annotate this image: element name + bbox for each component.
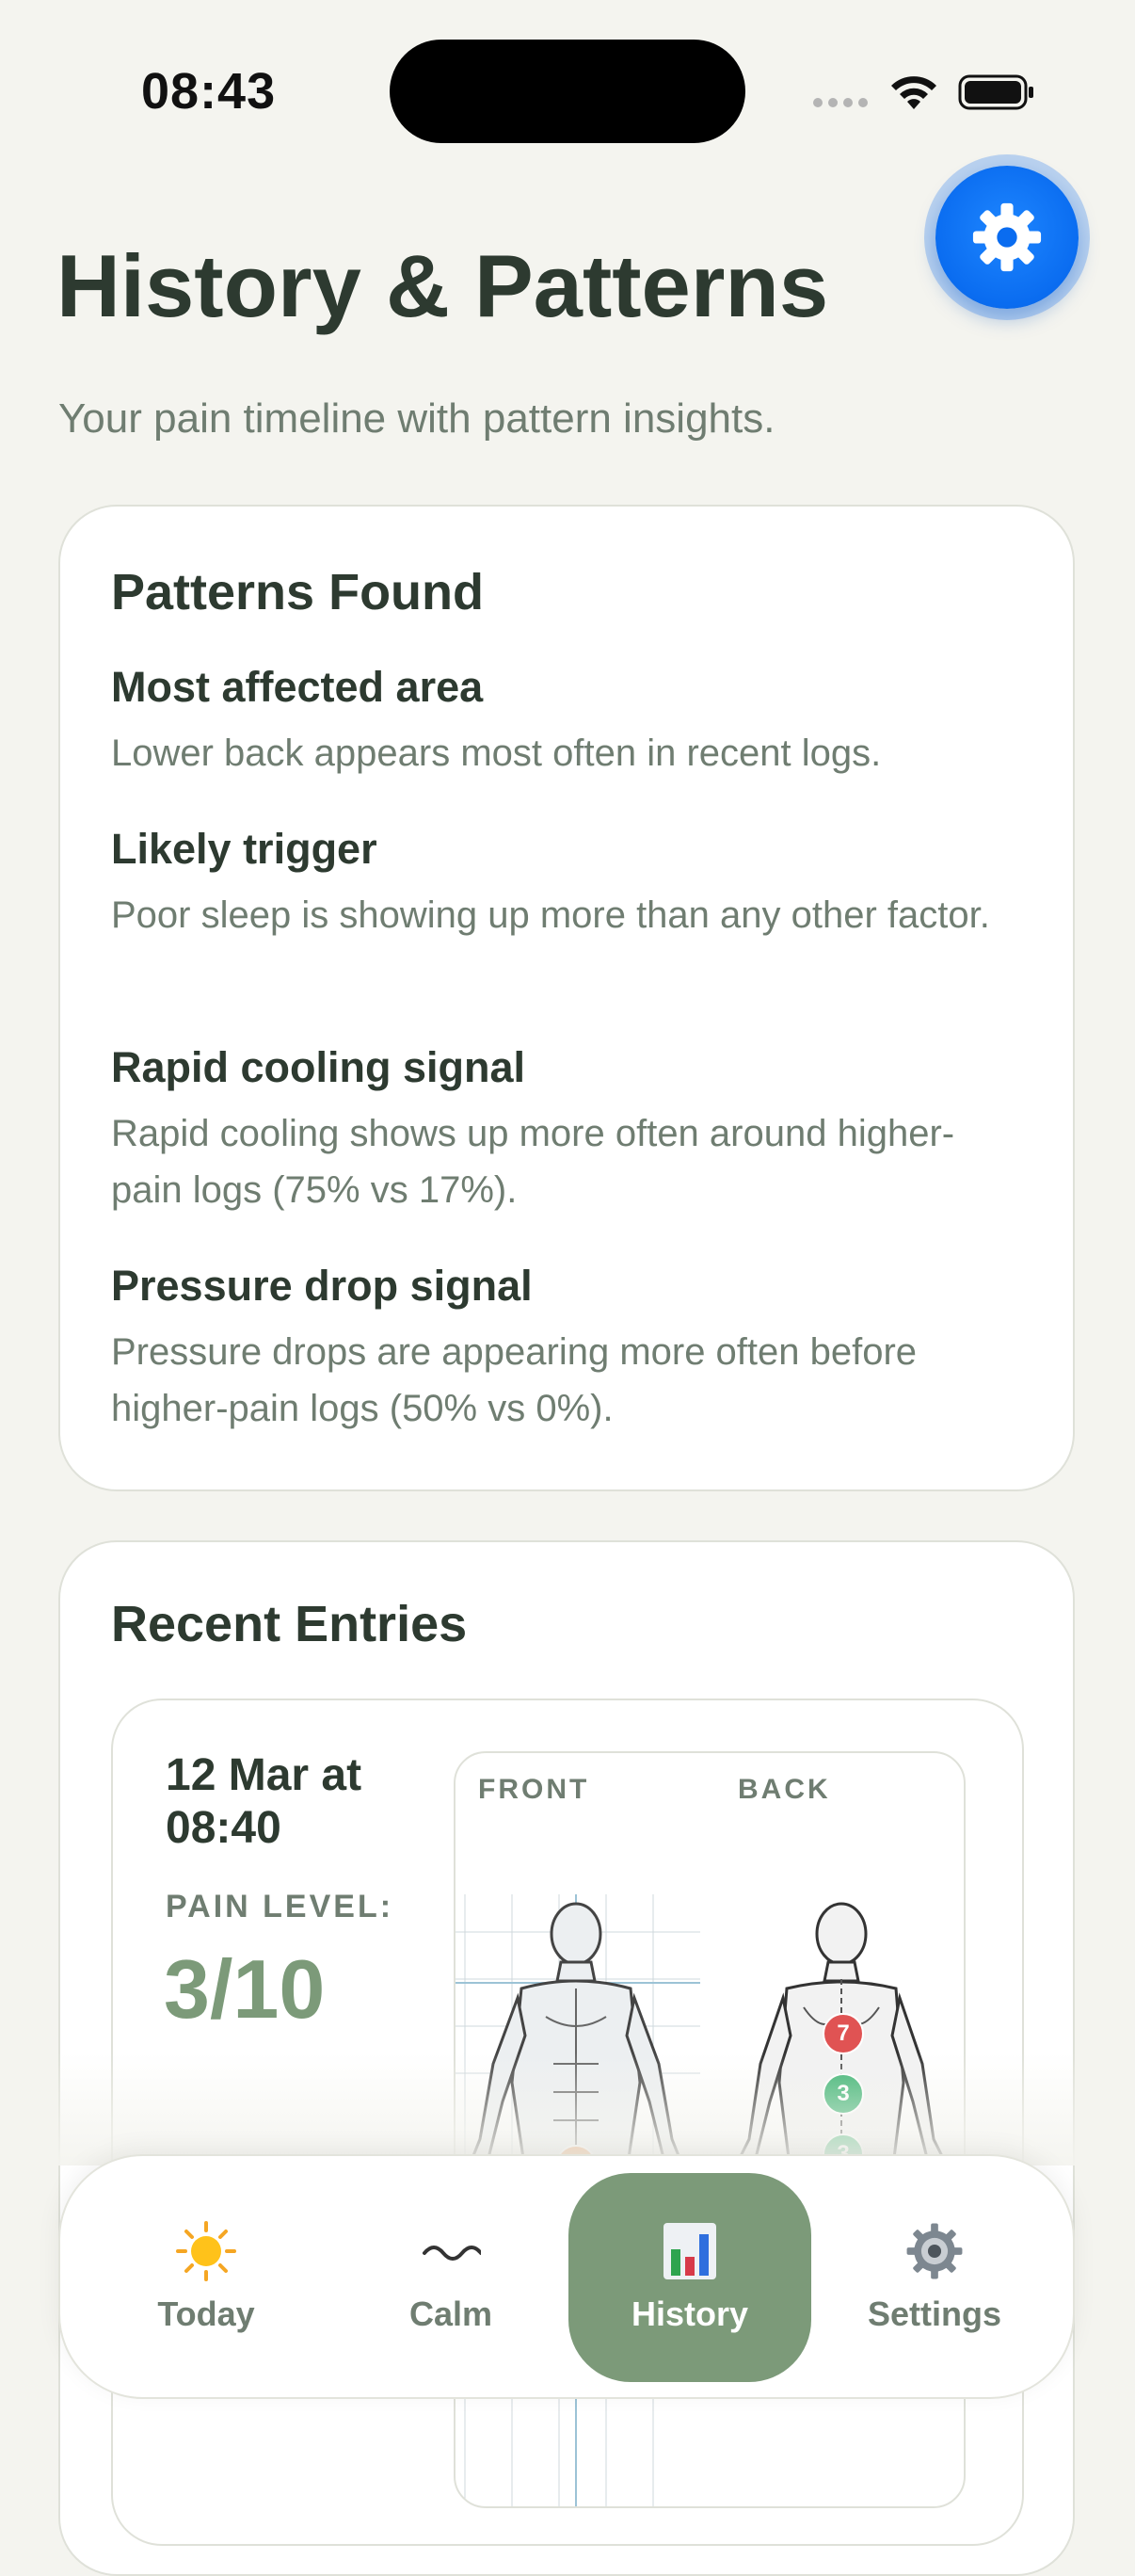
status-time: 08:43	[141, 63, 277, 120]
page-title: History & Patterns	[56, 236, 829, 335]
dynamic-island	[390, 40, 745, 143]
content-fade	[0, 2053, 1135, 2165]
entry-date: 12 Mar at 08:40	[166, 1750, 362, 1853]
wifi-icon	[891, 76, 936, 109]
page-subtitle: Your pain timeline with pattern insights…	[58, 395, 775, 442]
pattern-text: Lower back appears most often in recent …	[111, 733, 882, 774]
pattern-text: Pressure drops are appearing more often …	[111, 1331, 918, 1429]
tab-calm[interactable]: Calm	[329, 2173, 572, 2382]
pattern-heading: Rapid cooling signal	[111, 1043, 526, 1091]
front-label: FRONT	[478, 1774, 590, 1805]
pattern-text: Rapid cooling shows up more often around…	[111, 1113, 955, 1211]
tab-history[interactable]: History	[568, 2173, 811, 2382]
pattern-heading: Most affected area	[111, 663, 484, 711]
battery-icon	[958, 74, 1033, 110]
sun-icon	[176, 2221, 236, 2281]
tab-label: Settings	[867, 2294, 1001, 2333]
gear-icon	[904, 2221, 965, 2281]
cellular-signal-icon	[813, 98, 868, 107]
pain-marker[interactable]: 7	[823, 2013, 864, 2054]
back-label: BACK	[738, 1774, 831, 1805]
patterns-title: Patterns Found	[111, 564, 485, 620]
pattern-text: Poor sleep is showing up more than any o…	[111, 894, 990, 936]
pain-level-label: PAIN LEVEL:	[166, 1889, 394, 1924]
tab-label: History	[631, 2294, 749, 2333]
tab-today[interactable]: Today	[85, 2173, 328, 2382]
gear-icon	[972, 202, 1042, 272]
settings-fab-button[interactable]	[935, 166, 1079, 309]
tab-label: Today	[157, 2294, 255, 2333]
bar-chart-icon	[660, 2221, 720, 2281]
tab-settings[interactable]: Settings	[813, 2173, 1056, 2382]
patterns-card: Patterns Found Most affected area Lower …	[58, 505, 1075, 1491]
recent-entries-title: Recent Entries	[111, 1596, 468, 1652]
pattern-heading: Likely trigger	[111, 825, 377, 873]
pattern-heading: Pressure drop signal	[111, 1262, 533, 1310]
tab-bar: Today Calm History Settings	[58, 2154, 1075, 2399]
wave-icon	[421, 2221, 481, 2281]
tab-label: Calm	[408, 2294, 493, 2333]
pain-level-value: 3/10	[164, 1942, 326, 2036]
